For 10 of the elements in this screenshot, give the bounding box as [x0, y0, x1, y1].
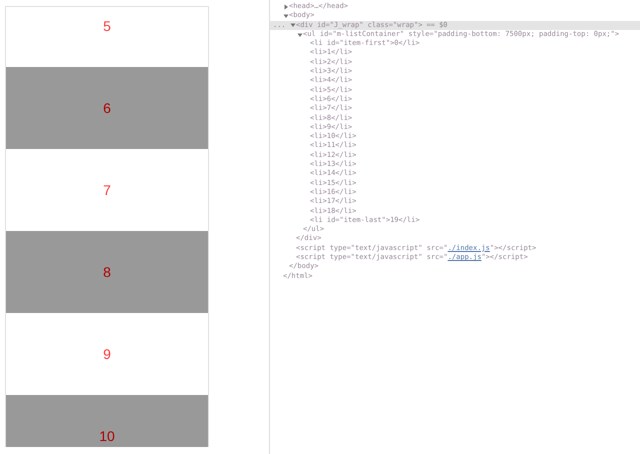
- expanded-triangle-icon[interactable]: [297, 32, 303, 38]
- item-number: 5: [103, 18, 111, 34]
- item-number: 6: [103, 100, 111, 116]
- expanded-triangle-icon[interactable]: [290, 22, 296, 28]
- collapsed-triangle-icon[interactable]: [283, 4, 289, 10]
- item-number: 7: [103, 182, 111, 198]
- item-number: 9: [103, 346, 111, 362]
- item-number: 10: [99, 428, 115, 444]
- item-number: 8: [103, 264, 111, 280]
- expanded-triangle-icon[interactable]: [283, 12, 289, 19]
